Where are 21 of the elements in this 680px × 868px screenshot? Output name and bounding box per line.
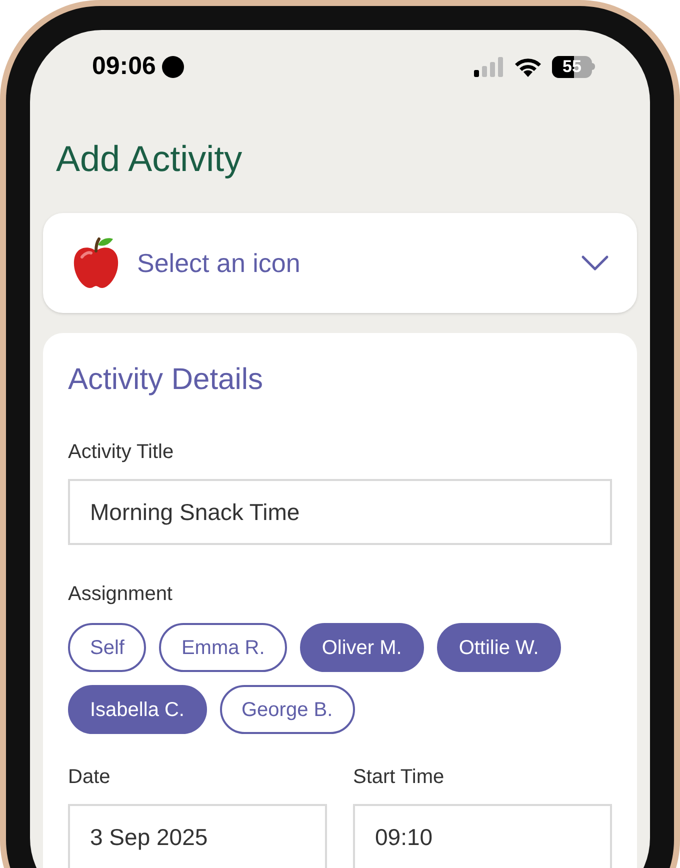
status-time: 09:06 — [92, 50, 156, 82]
field-label: Start Time — [353, 765, 446, 790]
person-chip[interactable]: Ottilie W. — [436, 623, 561, 672]
input-field[interactable]: 09:10 — [353, 804, 612, 868]
wifi-icon — [514, 56, 542, 76]
input-field[interactable]: Morning Snack Time — [68, 479, 612, 545]
field-label: Activity Title — [68, 440, 175, 465]
person-chip[interactable]: Oliver M. — [300, 623, 424, 672]
page-title: Add Activity — [55, 141, 244, 177]
icon-picker-dropdown[interactable]: Select an icon — [43, 213, 637, 313]
field-label: Date — [68, 765, 112, 790]
signal-icon — [474, 56, 504, 76]
person-chip[interactable]: Self — [68, 623, 146, 672]
section-heading: Activity Details — [68, 365, 264, 395]
chevron-down-icon — [581, 255, 609, 271]
person-chip[interactable]: Emma R. — [159, 623, 287, 672]
person-chip[interactable]: George B. — [220, 685, 355, 734]
apple-icon — [71, 237, 121, 289]
person-chip[interactable]: Isabella C. — [68, 685, 206, 734]
field-label: Assignment — [68, 582, 174, 607]
input-field[interactable]: 3 Sep 2025 — [68, 804, 327, 868]
